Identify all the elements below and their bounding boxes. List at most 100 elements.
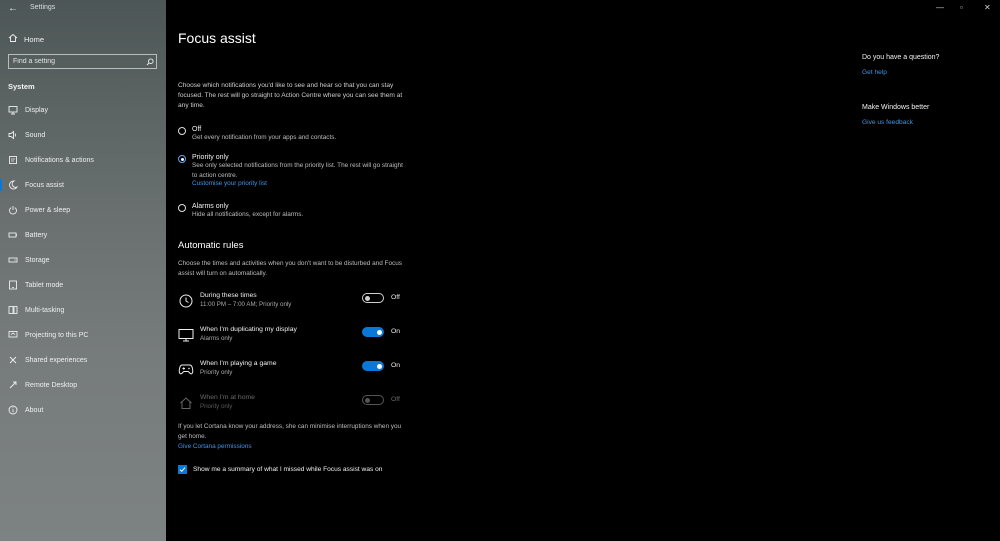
intro-text: Choose which notifications you'd like to…: [178, 82, 403, 109]
rule-title: During these times: [200, 292, 257, 299]
question-heading: Do you have a question?: [862, 54, 940, 61]
rule-during-these-times[interactable]: During these times 11:00 PM – 7:00 AM; P…: [178, 292, 408, 317]
sidebar-item-shared-experiences[interactable]: Shared experiences: [0, 352, 166, 368]
get-help-link[interactable]: Get help: [862, 69, 887, 76]
sidebar-item-battery[interactable]: Battery: [0, 227, 166, 243]
toggle-switch: [362, 395, 384, 405]
multitasking-icon: [8, 305, 18, 315]
radio-button-off[interactable]: [178, 127, 186, 135]
cortana-permissions-link[interactable]: Give Cortana permissions: [178, 443, 252, 450]
projecting-icon: [8, 330, 18, 340]
display-icon: [8, 105, 18, 115]
sidebar-item-label: Projecting to this PC: [25, 331, 89, 339]
storage-icon: [8, 255, 18, 265]
sidebar-item-label: Battery: [25, 231, 48, 239]
search-input[interactable]: [9, 58, 145, 65]
sound-icon: [8, 130, 18, 140]
sidebar-item-power-and-sleep[interactable]: Power & sleep: [0, 202, 166, 218]
option-off[interactable]: Off Get every notification from your app…: [178, 126, 407, 143]
option-off-desc: Get every notification from your apps an…: [192, 134, 337, 141]
moon-icon: [8, 180, 18, 190]
rule-duplicating-display[interactable]: When I'm duplicating my display Alarms o…: [178, 326, 408, 351]
sidebar-item-label: About: [25, 406, 44, 414]
sidebar-item-label: Tablet mode: [25, 281, 64, 289]
close-button[interactable]: ✕: [984, 3, 991, 12]
remote-desktop-icon: [8, 380, 18, 390]
automatic-rules-heading: Automatic rules: [178, 240, 244, 251]
make-windows-better-heading: Make Windows better: [862, 104, 930, 111]
radio-button-priority-only[interactable]: [178, 155, 186, 163]
option-priority-only[interactable]: Priority only See only selected notifica…: [178, 154, 407, 187]
house-icon: [178, 395, 194, 411]
summary-checkbox-label: Show me a summary of what I missed while…: [193, 466, 383, 473]
home-icon: [8, 33, 18, 45]
maximize-button[interactable]: ▫: [960, 3, 963, 12]
sidebar-item-label: Shared experiences: [25, 356, 88, 364]
rule-subtitle: Priority only: [200, 369, 233, 376]
toggle-state: On: [391, 362, 401, 369]
sidebar-item-tablet-mode[interactable]: Tablet mode: [0, 277, 166, 293]
sidebar-item-sound[interactable]: Sound: [0, 127, 166, 143]
sidebar-item-storage[interactable]: Storage: [0, 252, 166, 268]
app-title: Settings: [30, 4, 56, 11]
battery-icon: [8, 230, 18, 240]
sidebar-item-label: Storage: [25, 256, 50, 264]
rule-playing-game[interactable]: When I'm playing a game Priority only On: [178, 360, 408, 385]
sidebar-item-remote-desktop[interactable]: Remote Desktop: [0, 377, 166, 393]
rule-subtitle: Alarms only: [200, 335, 233, 342]
search-icon[interactable]: [144, 57, 156, 66]
option-alarms-only-label: Alarms only: [192, 203, 229, 210]
shared-icon: [8, 355, 18, 365]
give-feedback-link[interactable]: Give us feedback: [862, 119, 913, 126]
monitor-icon: [178, 327, 194, 343]
option-alarms-only[interactable]: Alarms only Hide all notifications, exce…: [178, 203, 407, 220]
sidebar-item-label: Power & sleep: [25, 206, 71, 214]
sidebar: ← Settings Home System Display Sound Notif…: [0, 0, 166, 541]
clock-icon: [178, 293, 194, 309]
toggle-switch[interactable]: [362, 293, 384, 303]
sidebar-item-projecting-to-this-pc[interactable]: Projecting to this PC: [0, 327, 166, 343]
toggle-switch[interactable]: [362, 361, 384, 371]
sidebar-item-label: Remote Desktop: [25, 381, 78, 389]
rule-title: When I'm at home: [200, 394, 255, 401]
home-nav-item[interactable]: Home: [8, 32, 44, 46]
toggle-state: Off: [391, 396, 400, 403]
option-off-label: Off: [192, 126, 202, 133]
rule-subtitle: Priority only: [200, 403, 233, 410]
sidebar-item-label: Notifications & actions: [25, 156, 94, 164]
toggle-state: Off: [391, 294, 400, 301]
tablet-icon: [8, 280, 18, 290]
sidebar-item-label: Sound: [25, 131, 46, 139]
summary-checkbox-row[interactable]: Show me a summary of what I missed while…: [178, 465, 382, 474]
sidebar-item-label: Display: [25, 106, 48, 114]
customise-priority-list-link[interactable]: Customise your priority list: [192, 180, 407, 187]
cortana-text: If you let Cortana know your address, sh…: [178, 423, 402, 440]
sidebar-item-focus-assist[interactable]: Focus assist: [0, 177, 166, 193]
rule-subtitle: 11:00 PM – 7:00 AM; Priority only: [200, 301, 292, 308]
summary-checkbox[interactable]: [178, 465, 187, 474]
automatic-rules-desc: Choose the times and activities when you…: [178, 260, 402, 277]
option-alarms-only-desc: Hide all notifications, except for alarm…: [192, 211, 304, 218]
sidebar-item-multi-tasking[interactable]: Multi-tasking: [0, 302, 166, 318]
rule-title: When I'm duplicating my display: [200, 326, 297, 333]
home-label: Home: [24, 34, 45, 44]
sidebar-item-notifications-and-actions[interactable]: Notifications & actions: [0, 152, 166, 168]
notifications-icon: [8, 155, 18, 165]
sidebar-item-label: Multi-tasking: [25, 306, 65, 314]
rule-at-home: When I'm at home Priority only Off: [178, 394, 408, 419]
radio-button-alarms-only[interactable]: [178, 204, 186, 212]
back-button[interactable]: ←: [8, 3, 18, 14]
minimize-button[interactable]: —: [936, 3, 944, 12]
title-bar: ← Settings: [0, 0, 166, 18]
info-icon: [8, 405, 18, 415]
rule-title: When I'm playing a game: [200, 360, 277, 367]
search-box[interactable]: [8, 54, 157, 69]
power-icon: [8, 205, 18, 215]
sidebar-item-about[interactable]: About: [0, 402, 166, 418]
sidebar-item-label: Focus assist: [25, 181, 64, 189]
gamepad-icon: [178, 361, 194, 377]
option-priority-only-label: Priority only: [192, 154, 229, 161]
option-priority-only-desc: See only selected notifications from the…: [192, 162, 403, 179]
sidebar-item-display[interactable]: Display: [0, 102, 166, 118]
toggle-switch[interactable]: [362, 327, 384, 337]
